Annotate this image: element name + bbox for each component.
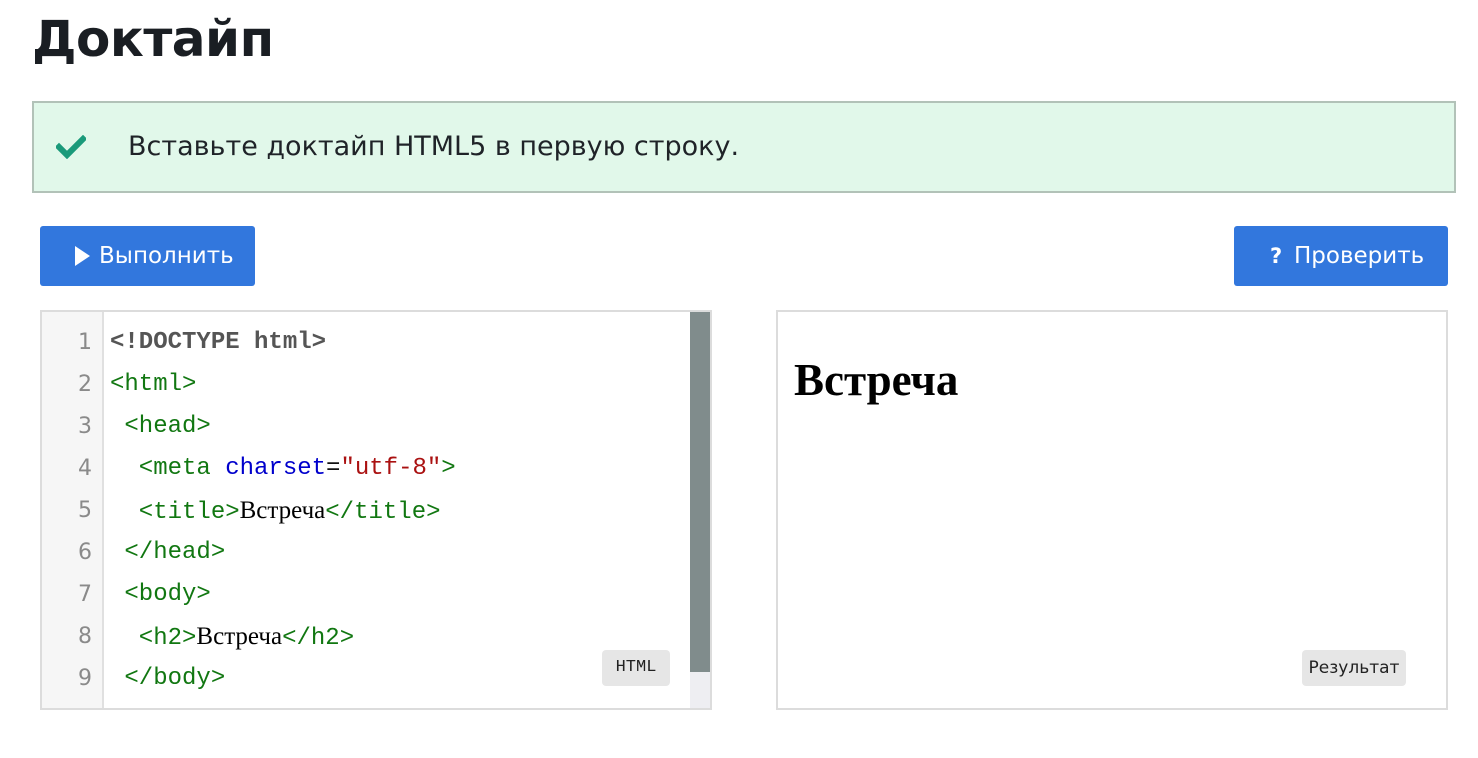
play-icon [75,246,90,266]
line-number: 6 [78,540,92,565]
code-token-tag: <title> [110,499,240,526]
code-line[interactable]: 3 <head> [42,406,692,448]
line-number: 9 [78,666,92,691]
code-token-tag: <h2> [110,625,197,652]
task-message: Вставьте доктайп HTML5 в первую строку. [128,131,740,162]
task-status-box: Вставьте доктайп HTML5 в первую строку. [32,101,1456,193]
code-text: <html> [110,364,196,406]
code-text: <body> [110,574,211,616]
code-token-tag: </h2> [282,625,355,652]
check-icon [56,135,86,159]
run-button[interactable]: Выполнить [40,226,255,286]
code-line[interactable]: 1 <!DOCTYPE html> [42,322,692,364]
code-text: </head> [110,532,225,574]
code-text: <!DOCTYPE html> [110,322,326,364]
editor-scrollbar-thumb[interactable] [690,312,710,672]
code-token-tag: </body> [110,665,226,692]
result-badge: Результат [1302,650,1406,686]
code-editor[interactable]: 1 <!DOCTYPE html> 2 <html> 3 <head> 4 <meta c… [40,310,712,710]
code-text: <meta charset="utf-8"> [110,448,456,490]
code-token-doctype: <!DOCTYPE html> [110,329,327,356]
code-line[interactable]: 7 <body> [42,574,692,616]
line-number: 4 [78,456,92,481]
page-title: Доктайп [32,10,274,68]
line-number: 7 [78,582,92,607]
result-heading: Встреча [794,355,959,405]
code-token-tag: > [441,455,456,482]
code-token-eq: = [326,455,341,482]
code-line[interactable]: 6 </head> [42,532,692,574]
code-line[interactable]: 4 <meta charset="utf-8"> [42,448,692,490]
code-text: </body> [110,658,225,700]
code-token-tag: <html> [110,371,197,398]
result-preview: Встреча Результат [776,310,1448,710]
code-token-attr: charset [225,455,327,482]
code-token-tag: <body> [110,581,211,608]
line-number: 1 [78,330,92,355]
code-text: <h2>Встреча</h2> [110,616,354,660]
code-token-tag: </title> [325,499,441,526]
editor-scrollbar[interactable] [690,312,710,708]
line-number: 8 [78,624,92,649]
language-badge: HTML [602,650,670,686]
check-button[interactable]: ? Проверить [1234,226,1448,286]
code-line[interactable]: 8 <h2>Встреча</h2> [42,616,692,658]
check-button-label: Проверить [1294,243,1425,269]
code-token-tag: <head> [110,413,211,440]
code-line[interactable]: 9 </body> [42,658,692,700]
code-token-text: Встреча [239,497,326,524]
code-line[interactable]: 5 <title>Встреча</title> [42,490,692,532]
code-text: <head> [110,406,211,448]
code-token-text: Встреча [196,623,283,650]
code-line[interactable]: 2 <html> [42,364,692,406]
page: Доктайп Вставьте доктайп HTML5 в первую … [0,0,1478,758]
run-button-label: Выполнить [99,243,234,269]
line-number: 2 [78,372,92,397]
code-token-tag: <meta [110,455,226,482]
line-number: 5 [78,498,92,523]
code-token-tag: </head> [110,539,226,566]
line-number: 3 [78,414,92,439]
code-text: <title>Встреча</title> [110,490,441,534]
code-token-str: "utf-8" [340,455,442,482]
question-icon: ? [1270,244,1283,268]
